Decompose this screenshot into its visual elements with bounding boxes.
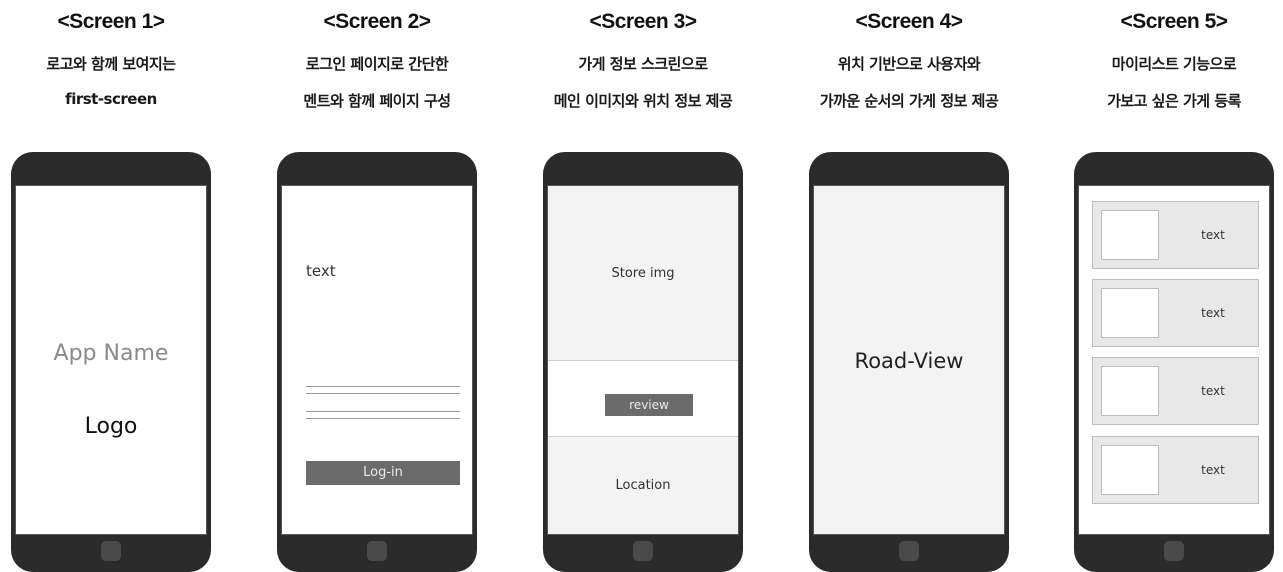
username-field[interactable] bbox=[306, 386, 460, 394]
caption-line-2: 가까운 순서의 가게 정보 제공 bbox=[819, 92, 999, 110]
item-label: text bbox=[1201, 463, 1225, 477]
screen-1-column: <Screen 1> 로고와 함께 보여지는 first-screen App … bbox=[6, 0, 216, 572]
caption-line-2: 가보고 싶은 가게 등록 bbox=[1107, 92, 1241, 110]
password-field[interactable] bbox=[306, 411, 460, 419]
phone-screen: App Name Logo bbox=[15, 185, 207, 535]
screen-title: <Screen 1> bbox=[57, 10, 165, 33]
item-thumbnail bbox=[1101, 445, 1159, 495]
list-item[interactable]: text bbox=[1092, 201, 1259, 269]
app-name-label: App Name bbox=[53, 341, 169, 366]
caption-line-1: 로고와 함께 보여지는 bbox=[46, 55, 176, 73]
item-thumbnail bbox=[1101, 288, 1159, 338]
phone-frame: text text text text bbox=[1074, 152, 1274, 572]
home-button bbox=[101, 541, 121, 561]
intro-text: text bbox=[306, 262, 336, 280]
list-item[interactable]: text bbox=[1092, 436, 1259, 504]
phone-screen: text text text text bbox=[1078, 185, 1270, 535]
road-view-label: Road-View bbox=[854, 349, 964, 373]
screen-title: <Screen 2> bbox=[323, 10, 431, 33]
home-button bbox=[633, 541, 653, 561]
caption-line-1: 마이리스트 기능으로 bbox=[1111, 55, 1237, 73]
phone-screen: text Log-in bbox=[281, 185, 473, 535]
caption-line-2: 멘트와 함께 페이지 구성 bbox=[303, 92, 451, 110]
list-item[interactable]: text bbox=[1092, 279, 1259, 347]
screen-2-column: <Screen 2> 로그인 페이지로 간단한 멘트와 함께 페이지 구성 te… bbox=[272, 0, 482, 572]
item-label: text bbox=[1201, 228, 1225, 242]
caption-line-1: 가게 정보 스크린으로 bbox=[578, 55, 708, 73]
item-thumbnail bbox=[1101, 366, 1159, 416]
phone-screen: Road-View bbox=[813, 185, 1005, 535]
store-img-label: Store img bbox=[611, 266, 675, 281]
store-image-section: Store img bbox=[548, 186, 738, 361]
phone-frame: text Log-in bbox=[277, 152, 477, 572]
list-item[interactable]: text bbox=[1092, 357, 1259, 425]
screen-4-column: <Screen 4> 위치 기반으로 사용자와 가까운 순서의 가게 정보 제공… bbox=[804, 0, 1014, 572]
phone-screen: Store img review Location bbox=[547, 185, 739, 535]
item-label: text bbox=[1201, 384, 1225, 398]
caption-line-2: first-screen bbox=[65, 90, 157, 108]
screen-title: <Screen 4> bbox=[855, 10, 963, 33]
location-section: Location bbox=[548, 437, 738, 534]
item-thumbnail bbox=[1101, 210, 1159, 260]
login-button[interactable]: Log-in bbox=[306, 461, 460, 485]
screen-title: <Screen 5> bbox=[1120, 10, 1228, 33]
caption-line-1: 위치 기반으로 사용자와 bbox=[837, 55, 981, 73]
phone-frame: Store img review Location bbox=[543, 152, 743, 572]
home-button bbox=[367, 541, 387, 561]
review-button[interactable]: review bbox=[605, 394, 693, 416]
screen-title: <Screen 3> bbox=[589, 10, 697, 33]
home-button bbox=[899, 541, 919, 561]
caption-line-1: 로그인 페이지로 간단한 bbox=[305, 55, 449, 73]
location-label: Location bbox=[615, 478, 671, 493]
logo-label: Logo bbox=[84, 414, 138, 439]
item-label: text bbox=[1201, 306, 1225, 320]
caption-line-2: 메인 이미지와 위치 정보 제공 bbox=[553, 92, 733, 110]
screen-3-column: <Screen 3> 가게 정보 스크린으로 메인 이미지와 위치 정보 제공 … bbox=[538, 0, 748, 572]
phone-frame: App Name Logo bbox=[11, 152, 211, 572]
review-section: review bbox=[548, 361, 738, 437]
screen-5-column: <Screen 5> 마이리스트 기능으로 가보고 싶은 가게 등록 text … bbox=[1069, 0, 1279, 572]
home-button bbox=[1164, 541, 1184, 561]
phone-frame: Road-View bbox=[809, 152, 1009, 572]
